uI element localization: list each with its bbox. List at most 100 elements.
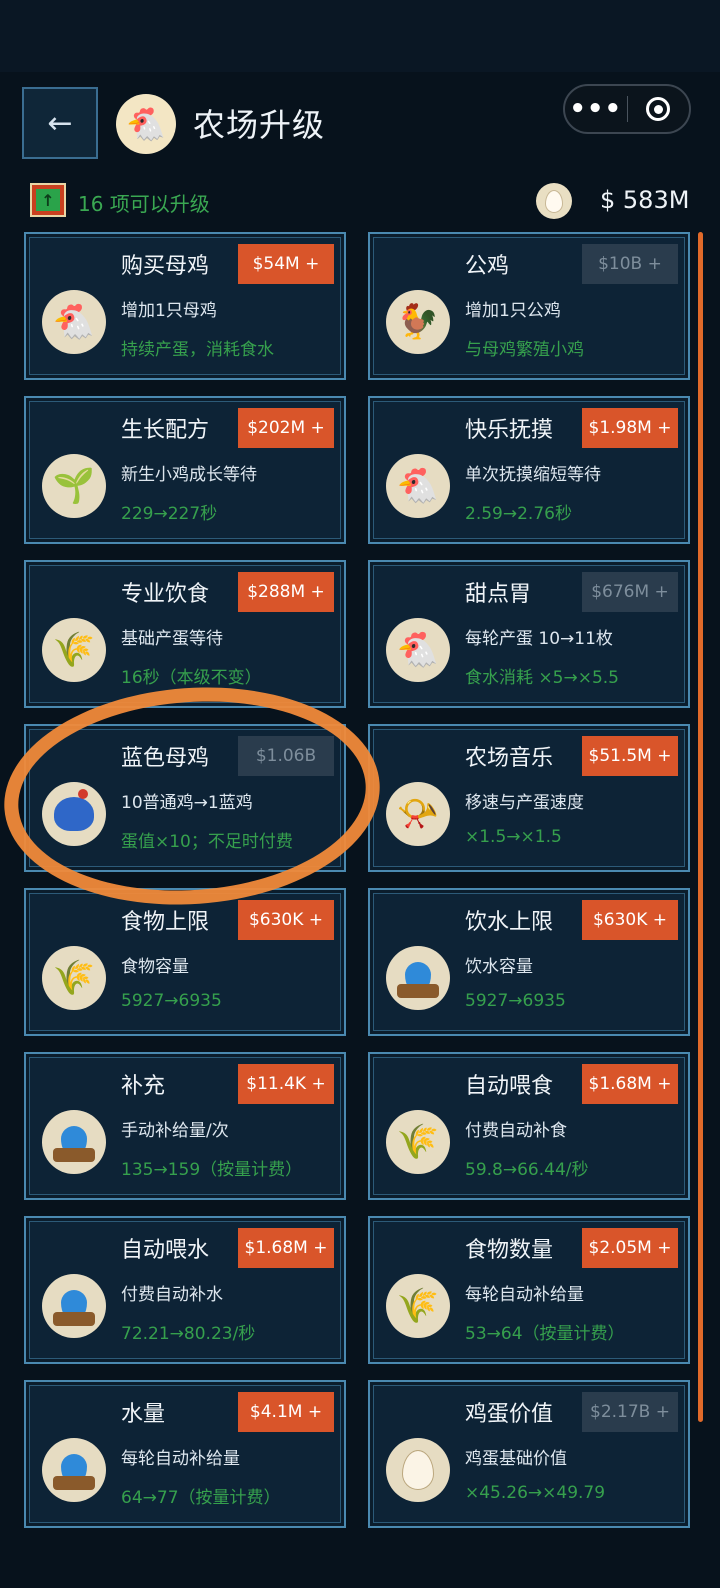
scrollbar[interactable] <box>698 232 703 1422</box>
upgrade-description: 食物容量 <box>121 957 189 977</box>
grain-sack-icon <box>42 618 106 682</box>
upgrade-price-button[interactable]: $630K + <box>238 900 334 940</box>
upgrade-price-button[interactable]: $10B + <box>582 244 678 284</box>
upgrade-card[interactable]: 补充 $11.4K + 手动补给量/次 135→159（按量计费） <box>24 1052 346 1200</box>
upgrade-price-button[interactable]: $51.5M + <box>582 736 678 776</box>
upgrade-description: 饮水容量 <box>465 957 533 977</box>
upgrade-description: 手动补给量/次 <box>121 1121 229 1141</box>
upgrade-description: 增加1只公鸡 <box>465 301 561 321</box>
upgrade-card[interactable]: 生长配方 $202M + 新生小鸡成长等待 229→227秒 <box>24 396 346 544</box>
upgrade-description: 移速与产蛋速度 <box>465 793 584 813</box>
upgrade-description: 10普通鸡→1蓝鸡 <box>121 793 253 813</box>
upgrade-card[interactable]: 食物上限 $630K + 食物容量 5927→6935 <box>24 888 346 1036</box>
upgrade-title: 补充 <box>121 1074 166 1099</box>
upgrade-title: 快乐抚摸 <box>465 418 554 443</box>
chicken-avatar-icon: 🐔 <box>116 94 176 154</box>
upgrade-card[interactable]: 专业饮食 $288M + 基础产蛋等待 16秒（本级不变） <box>24 560 346 708</box>
upgrade-card[interactable]: 快乐抚摸 $1.98M + 单次抚摸缩短等待 2.59→2.76秒 <box>368 396 690 544</box>
upgrade-card[interactable]: 购买母鸡 $54M + 增加1只母鸡持续产蛋，消耗食水 <box>24 232 346 380</box>
upgrade-count-label: 16 项可以升级 <box>78 192 210 216</box>
upgrade-title: 购买母鸡 <box>121 254 210 279</box>
upgrade-title: 食物数量 <box>465 1238 554 1263</box>
bottom-edge <box>0 1540 720 1588</box>
rooster-icon <box>386 290 450 354</box>
upgrade-price-button[interactable]: $202M + <box>238 408 334 448</box>
water-drop-icon <box>42 1110 106 1174</box>
upgrade-title: 蓝色母鸡 <box>121 746 210 771</box>
upgrade-description: 基础产蛋等待 <box>121 629 223 649</box>
more-menu-button[interactable]: ••• <box>565 96 627 122</box>
upgrade-effect: 16秒（本级不变） <box>121 668 262 688</box>
upgrade-price-button[interactable]: $1.06B <box>238 736 334 776</box>
upgrade-card[interactable]: 自动喂食 $1.68M + 付费自动补食 59.8→66.44/秒 <box>368 1052 690 1200</box>
upgrade-card[interactable]: 饮水上限 $630K + 饮水容量 5927→6935 <box>368 888 690 1036</box>
water-drop-icon <box>42 1438 106 1502</box>
upgrade-price-button[interactable]: $4.1M + <box>238 1392 334 1432</box>
upgrade-description: 鸡蛋基础价值 <box>465 1449 567 1469</box>
upgrade-price-button[interactable]: $1.68M + <box>238 1228 334 1268</box>
money-balance: $ 583M <box>600 186 690 214</box>
upgrade-price-button[interactable]: $54M + <box>238 244 334 284</box>
upgrade-card[interactable]: 自动喂水 $1.68M + 付费自动补水 72.21→80.23/秒 <box>24 1216 346 1364</box>
upgrade-price-button[interactable]: $1.68M + <box>582 1064 678 1104</box>
upgrade-card[interactable]: 食物数量 $2.05M + 每轮自动补给量 53→64（按量计费） <box>368 1216 690 1364</box>
upgrade-effect: ×45.26→×49.79 <box>465 1483 606 1503</box>
upgrade-card[interactable]: 甜点胃 $676M + 每轮产蛋 10→11枚食水消耗 ×5→×5.5 <box>368 560 690 708</box>
hen-icon <box>42 290 106 354</box>
upgrade-description: 新生小鸡成长等待 <box>121 465 257 485</box>
back-button[interactable]: ← <box>22 87 98 159</box>
upgrade-price-button[interactable]: $288M + <box>238 572 334 612</box>
upgrade-card[interactable]: 农场音乐 $51.5M + 移速与产蛋速度 ×1.5→×1.5 <box>368 724 690 872</box>
water-drop-icon <box>42 1274 106 1338</box>
upgrade-description: 单次抚摸缩短等待 <box>465 465 601 485</box>
upgrade-effect: 53→64（按量计费） <box>465 1324 625 1344</box>
upgrade-title: 农场音乐 <box>465 746 554 771</box>
upgrade-card[interactable]: 鸡蛋价值 $2.17B + 鸡蛋基础价值 ×45.26→×49.79 <box>368 1380 690 1528</box>
upgrade-description: 每轮自动补给量 <box>465 1285 584 1305</box>
upgrade-price-button[interactable]: $2.05M + <box>582 1228 678 1268</box>
water-drop-icon <box>386 946 450 1010</box>
upgrade-price-button[interactable]: $630K + <box>582 900 678 940</box>
upgrade-card[interactable]: 蓝色母鸡 $1.06B 10普通鸡→1蓝鸡 蛋值×10；不足时付费 <box>24 724 346 872</box>
upgrade-title: 公鸡 <box>465 254 510 279</box>
upgrade-effect: 59.8→66.44/秒 <box>465 1160 589 1180</box>
upgrade-effect: 135→159（按量计费） <box>121 1160 303 1180</box>
upgrade-title: 自动喂水 <box>121 1238 210 1263</box>
upgrade-price-button[interactable]: $11.4K + <box>238 1064 334 1104</box>
upgrade-effect: 64→77（按量计费） <box>121 1488 281 1508</box>
upgrade-price-button[interactable]: $2.17B + <box>582 1392 678 1432</box>
upgrade-effect: 72.21→80.23/秒 <box>121 1324 256 1344</box>
page-title: 农场升级 <box>193 106 326 144</box>
upgrade-description: 每轮自动补给量 <box>121 1449 240 1469</box>
status-area <box>0 0 720 72</box>
petting-hen-icon <box>386 618 450 682</box>
upgrade-effect: 229→227秒 <box>121 504 218 524</box>
grain-sack-icon <box>386 1274 450 1338</box>
blue-hen-icon <box>42 782 106 846</box>
upgrade-effect: 持续产蛋，消耗食水 <box>121 340 274 360</box>
upgrade-title: 专业饮食 <box>121 582 210 607</box>
grain-sack-icon <box>42 946 106 1010</box>
upgrade-description: 付费自动补水 <box>121 1285 223 1305</box>
upgrade-title: 水量 <box>121 1402 166 1427</box>
upgrade-description: 每轮产蛋 10→11枚 <box>465 629 613 649</box>
upgrade-description: 增加1只母鸡 <box>121 301 217 321</box>
upgrade-title: 生长配方 <box>121 418 210 443</box>
upgrade-price-button[interactable]: $1.98M + <box>582 408 678 448</box>
upgrade-title: 自动喂食 <box>465 1074 554 1099</box>
upgrade-title: 食物上限 <box>121 910 210 935</box>
grain-sack-icon <box>386 1110 450 1174</box>
egg-currency-icon <box>536 183 572 219</box>
upgrade-effect: 5927→6935 <box>465 991 566 1011</box>
upgrade-effect: 与母鸡繁殖小鸡 <box>465 340 584 360</box>
upgrade-title: 鸡蛋价值 <box>465 1402 554 1427</box>
upgrade-title: 饮水上限 <box>465 910 554 935</box>
sprout-icon <box>42 454 106 518</box>
upgrade-effect: 2.59→2.76秒 <box>465 504 572 524</box>
upgrade-description: 付费自动补食 <box>465 1121 567 1141</box>
close-miniprogram-button[interactable] <box>627 97 689 121</box>
upgrade-price-button[interactable]: $676M + <box>582 572 678 612</box>
upgrade-card[interactable]: 水量 $4.1M + 每轮自动补给量 64→77（按量计费） <box>24 1380 346 1528</box>
gramophone-icon <box>386 782 450 846</box>
upgrade-card[interactable]: 公鸡 $10B + 增加1只公鸡与母鸡繁殖小鸡 <box>368 232 690 380</box>
